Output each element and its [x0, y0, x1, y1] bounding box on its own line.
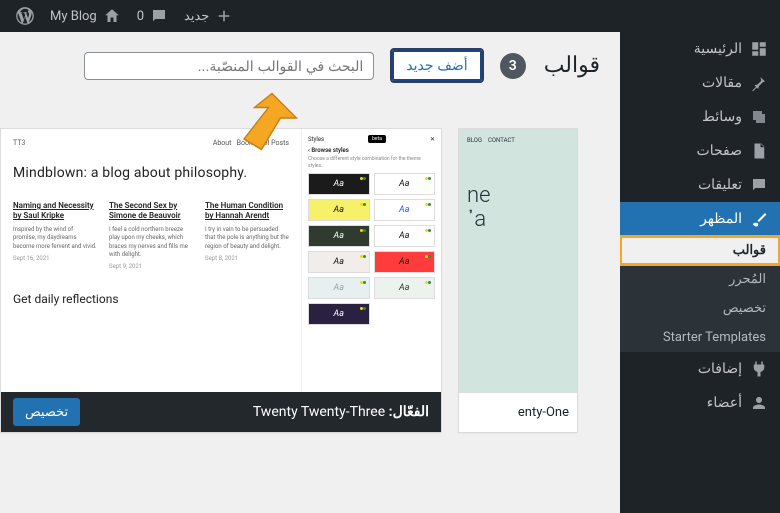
users-icon [750, 394, 768, 412]
page-title: قوالب [544, 53, 600, 78]
style-swatch: Aa [374, 199, 436, 221]
browse-desc: Choose a different style combination for… [308, 156, 435, 169]
sidebar-item-plugins[interactable]: إضافات [620, 352, 780, 386]
sidebar-item-dashboard[interactable]: الرئيسية [620, 32, 780, 66]
site-title-link[interactable]: My Blog [42, 0, 129, 32]
plugin-icon [750, 360, 768, 378]
preview-nav: Books [237, 139, 257, 147]
comments-count: 0 [137, 9, 144, 24]
site-title: My Blog [50, 9, 97, 24]
sidebar-item-pages[interactable]: صفحات [620, 134, 780, 168]
home-icon [103, 7, 121, 25]
appearance-submenu: قوالب المُحرر تخصيص Starter Templates [620, 236, 780, 352]
wordpress-icon [16, 7, 34, 25]
preview-cta: Get daily reflections [13, 292, 289, 306]
brush-icon [750, 210, 768, 228]
pin-icon [750, 74, 768, 92]
active-theme-label: الفعّال: Twenty Twenty-Three [253, 404, 429, 420]
preview-post-body: I feel a cold northern breeze play upon … [109, 226, 193, 260]
admin-toolbar: My Blog 0 جديد [0, 0, 780, 32]
page-icon [750, 142, 768, 160]
dashboard-icon [750, 40, 768, 58]
page-header: قوالب 3 أضف جديد [20, 50, 600, 81]
theme-footer: enty-One [459, 392, 577, 432]
new-label: جديد [184, 9, 209, 24]
preview-post-date: Sept 9, 2021 [109, 263, 193, 270]
preview-post-body: I try in vain to be persuaded that the p… [205, 226, 289, 251]
theme-footer: تخصيص الفعّال: Twenty Twenty-Three [1, 392, 441, 432]
preview-nav: About [213, 139, 232, 147]
sidebar-item-comments[interactable]: تعليقات [620, 168, 780, 202]
sidebar-item-label: وسائط [702, 109, 742, 125]
themes-count-badge: 3 [500, 53, 526, 79]
comment-icon [750, 176, 768, 194]
styles-label: Styles [308, 136, 324, 143]
theme-card-active[interactable]: TT3 About Books All Posts Mindblown: a b… [0, 128, 442, 433]
sidebar-item-media[interactable]: وسائط [620, 100, 780, 134]
add-new-theme-button[interactable]: أضف جديد [392, 50, 481, 81]
style-swatch: Aa [308, 225, 370, 247]
preview-post-date: Sept 8, 2021 [205, 255, 289, 262]
theme-preview: TT3 About Books All Posts Mindblown: a b… [1, 129, 441, 392]
submenu-themes[interactable]: قوالب [620, 236, 780, 265]
sidebar-item-label: إضافات [698, 361, 742, 377]
submenu-editor[interactable]: المُحرر [620, 265, 780, 294]
browse-label: Browse styles [311, 147, 348, 154]
style-swatch: Aa [308, 303, 370, 325]
style-swatch: Aa [308, 199, 370, 221]
submenu-label: Starter Templates [663, 330, 766, 345]
preview-post-date: Sept 16, 2021 [13, 255, 97, 262]
submenu-starter-templates[interactable]: Starter Templates [620, 323, 780, 352]
sidebar-item-posts[interactable]: مقالات [620, 66, 780, 100]
sidebar-item-label: أعضاء [707, 395, 742, 411]
style-swatch: Aa [374, 225, 436, 247]
content-area: قوالب 3 أضف جديد TT3 About [0, 32, 620, 513]
submenu-label: المُحرر [729, 272, 766, 287]
beta-pill: beta [368, 135, 386, 143]
media-icon [750, 108, 768, 126]
plus-icon [215, 7, 233, 25]
close-icon: ✕ [430, 136, 435, 143]
theme-name: enty-One [518, 405, 569, 420]
style-swatch: Aa [308, 277, 370, 299]
customize-button[interactable]: تخصيص [13, 398, 80, 426]
sidebar-item-appearance[interactable]: المظهر [620, 202, 780, 236]
admin-sidebar: الرئيسية مقالات وسائط صفحات تعليقات المظ… [620, 32, 780, 513]
preview-nav: All Posts [261, 139, 289, 147]
sidebar-item-users[interactable]: أعضاء [620, 386, 780, 420]
style-swatch: Aa [374, 251, 436, 273]
style-swatch: Aa [374, 277, 436, 299]
preview-post-title: Naming and Necessity by Saul Kripke [13, 201, 97, 222]
sidebar-item-label: الرئيسية [694, 41, 742, 57]
theme-card[interactable]: BLOG CONTACT ne᾽a enty-One [458, 128, 578, 433]
new-content-link[interactable]: جديد [176, 0, 241, 32]
preview-post-body: Inspired by the wind of promise, my dayd… [13, 226, 97, 251]
preview-post-title: The Second Sex by Simone de Beauvoir [109, 201, 193, 222]
preview-brand: TT3 [13, 139, 25, 147]
comment-icon [150, 7, 168, 25]
theme-preview: BLOG CONTACT ne᾽a [459, 129, 577, 392]
sidebar-item-label: تعليقات [698, 177, 742, 193]
style-swatch: Aa [308, 173, 370, 195]
submenu-label: قوالب [733, 243, 766, 258]
sidebar-item-label: صفحات [697, 143, 742, 159]
preview-headline: Mindblown: a blog about philosophy. [13, 165, 289, 181]
submenu-customize[interactable]: تخصيص [620, 294, 780, 323]
preview-post-title: The Human Condition by Hannah Arendt [205, 201, 289, 222]
style-swatch: Aa [374, 173, 436, 195]
search-themes-input[interactable] [84, 52, 374, 80]
preview-nav: CONTACT [488, 137, 515, 144]
preview-nav: BLOG [467, 137, 482, 144]
wp-logo[interactable] [8, 0, 42, 32]
sidebar-item-label: مقالات [702, 75, 742, 91]
sidebar-item-label: المظهر [700, 211, 742, 227]
submenu-label: تخصيص [723, 301, 766, 316]
comments-link[interactable]: 0 [129, 0, 176, 32]
style-swatch: Aa [308, 251, 370, 273]
themes-grid: TT3 About Books All Posts Mindblown: a b… [0, 128, 600, 513]
